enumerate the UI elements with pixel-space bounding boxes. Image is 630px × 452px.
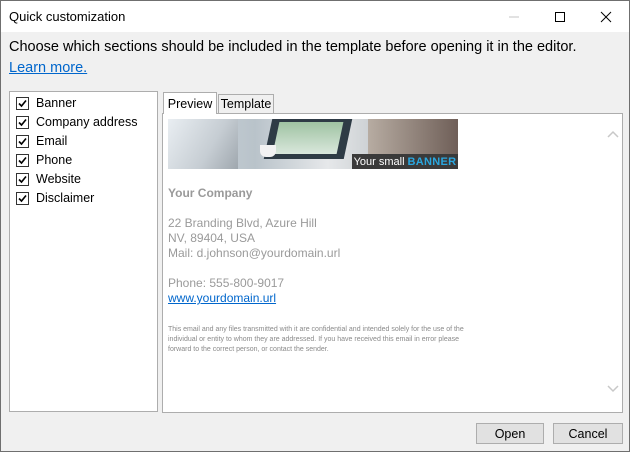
scroll-down-button[interactable] — [606, 382, 620, 396]
tab-preview[interactable]: Preview — [163, 92, 217, 114]
title-bar: Quick customization — [1, 1, 629, 32]
section-item-disclaimer[interactable]: Disclaimer — [16, 189, 94, 207]
section-checkbox[interactable] — [16, 191, 29, 205]
minimize-icon — [509, 16, 519, 17]
section-item-company-address[interactable]: Company address — [16, 113, 137, 131]
instructions-text: Choose which sections should be included… — [9, 39, 577, 55]
checkmark-icon — [18, 156, 27, 164]
website-link[interactable]: www.yourdomain.url — [168, 291, 276, 305]
section-checkbox[interactable] — [16, 115, 29, 129]
chevron-up-icon — [607, 130, 619, 138]
open-button[interactable]: Open — [476, 423, 544, 444]
section-label: Email — [36, 134, 68, 148]
company-name: Your Company — [168, 186, 253, 200]
close-icon — [600, 11, 612, 22]
section-label: Banner — [36, 96, 77, 110]
section-checkbox[interactable] — [16, 96, 29, 110]
banner-image: Your small BANNER — [168, 119, 458, 169]
section-item-banner[interactable]: Banner — [16, 94, 76, 112]
address-line-1: 22 Branding Blvd, Azure Hill — [168, 216, 317, 230]
section-label: Phone — [36, 153, 73, 167]
quick-customization-dialog: Quick customization Choose which section… — [0, 0, 630, 452]
banner-label: Your small BANNER — [352, 154, 458, 169]
banner-text: Your small — [353, 155, 405, 168]
window-title: Quick customization — [9, 9, 126, 24]
section-label: Website — [36, 172, 81, 186]
checkmark-icon — [18, 99, 27, 107]
preview-pane: Your small BANNER Your Company 22 Brandi… — [162, 113, 623, 413]
section-item-phone[interactable]: Phone — [16, 151, 72, 169]
scroll-up-button[interactable] — [606, 127, 620, 141]
section-item-email[interactable]: Email — [16, 132, 67, 150]
banner-highlight: BANNER — [407, 155, 457, 168]
checkmark-icon — [18, 118, 27, 126]
section-checkbox[interactable] — [16, 134, 29, 148]
mail-line: Mail: d.johnson@yourdomain.url — [168, 246, 341, 260]
phone-line: Phone: 555-800-9017 — [168, 276, 285, 290]
section-label: Disclaimer — [36, 191, 95, 205]
disclaimer-text: This email and any files transmitted wit… — [168, 326, 464, 353]
maximize-button[interactable] — [537, 1, 583, 32]
section-checkbox[interactable] — [16, 172, 29, 186]
close-button[interactable] — [583, 1, 629, 32]
checkmark-icon — [18, 194, 27, 202]
minimize-button[interactable] — [491, 1, 537, 32]
sections-list: Banner Company address Email Phone Websi… — [9, 91, 158, 412]
section-checkbox[interactable] — [16, 153, 29, 167]
section-label: Company address — [36, 115, 138, 129]
address-line-2: NV, 89404, USA — [168, 231, 255, 245]
chevron-down-icon — [607, 385, 619, 393]
section-item-website[interactable]: Website — [16, 170, 81, 188]
maximize-icon — [555, 11, 565, 22]
cancel-button[interactable]: Cancel — [553, 423, 623, 444]
checkmark-icon — [18, 175, 27, 183]
learn-more-link[interactable]: Learn more. — [9, 60, 87, 76]
tab-template[interactable]: Template — [218, 94, 274, 113]
checkmark-icon — [18, 137, 27, 145]
